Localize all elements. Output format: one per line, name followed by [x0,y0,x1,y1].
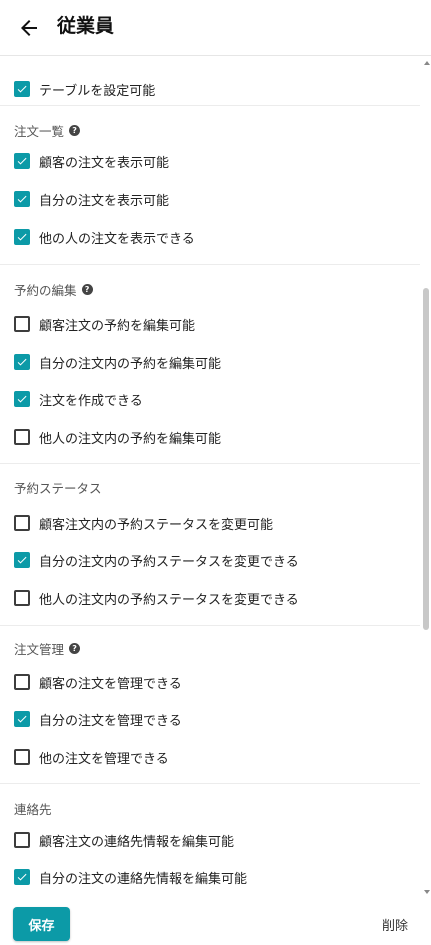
page-title: 従業員 [57,15,115,37]
section-title: 注文一覧? [14,120,81,140]
checkbox-unchecked[interactable] [14,749,30,765]
checkbox-checked[interactable] [14,711,30,727]
permission-row[interactable]: 他人の注文内の予約を編集可能 [14,425,221,449]
help-icon[interactable]: ? [69,642,81,654]
section-divider [0,625,420,626]
permission-row[interactable]: 注文を作成できる [14,387,143,411]
scrollbar-thumb[interactable] [423,288,429,630]
permission-label: 自分の注文の連絡先情報を編集可能 [39,871,248,887]
checkbox-unchecked[interactable] [14,515,30,531]
arrow-left-icon [21,20,37,36]
scroll-down-arrow-icon[interactable] [424,890,430,894]
permission-row[interactable]: 顧客の注文を管理できる [14,670,182,694]
permission-row[interactable]: 顧客の注文を表示可能 [14,149,169,173]
app-header: 従業員 [0,0,431,56]
permission-label: 顧客注文内の予約ステータスを変更可能 [39,517,274,533]
section-divider [0,264,420,265]
permission-label: 自分の注文内の予約を編集可能 [39,356,222,372]
section-divider [0,783,420,784]
permission-row[interactable]: 顧客注文内の予約ステータスを変更可能 [14,511,273,535]
checkbox-unchecked[interactable] [14,429,30,445]
section-title: 予約の編集? [14,279,93,299]
permission-label: 注文を作成できる [39,393,143,409]
checkbox-checked[interactable] [14,229,30,245]
section-title-text: 注文一覧 [14,123,65,139]
checkbox-unchecked[interactable] [14,674,30,690]
permission-label: 他人の注文内の予約を編集可能 [39,431,222,447]
checkbox-checked[interactable] [14,869,30,885]
permission-label: 顧客注文の予約を編集可能 [39,318,196,334]
checkbox-unchecked[interactable] [14,590,30,606]
permission-row[interactable]: 自分の注文の連絡先情報を編集可能 [14,865,247,889]
section-divider [0,105,420,106]
section-title: 注文管理? [14,638,81,658]
section-title-text: 予約の編集 [14,282,77,298]
checkbox-unchecked[interactable] [14,832,30,848]
checkbox-unchecked[interactable] [14,316,30,332]
permission-row[interactable]: 自分の注文を表示可能 [14,187,169,211]
checkbox-checked[interactable] [14,354,30,370]
permission-label: 他人の注文内の予約ステータスを変更できる [39,592,299,608]
permission-row[interactable]: 自分の注文内の予約を編集可能 [14,350,221,374]
footer-bar: 保存 削除 [0,900,431,945]
permission-label: テーブルを設定可能 [39,83,156,99]
permission-label: 顧客注文の連絡先情報を編集可能 [39,834,235,850]
checkbox-checked[interactable] [14,391,30,407]
checkbox-checked[interactable] [14,153,30,169]
permission-row[interactable]: 顧客注文の連絡先情報を編集可能 [14,828,234,852]
permission-row[interactable]: 自分の注文内の予約ステータスを変更できる [14,548,299,572]
section-title-text: 連絡先 [14,801,52,817]
permission-row[interactable]: 顧客注文の予約を編集可能 [14,312,195,336]
help-icon[interactable]: ? [69,124,81,136]
section-title: 予約ステータス [14,477,102,497]
permission-row[interactable]: 自分の注文を管理できる [14,707,182,731]
back-button[interactable] [14,13,44,43]
permission-row[interactable]: 他の注文を管理できる [14,745,169,769]
permission-label: 顧客の注文を表示可能 [39,155,170,171]
permissions-list[interactable]: テーブルを設定可能注文一覧? 顧客の注文を表示可能 自分の注文を表示可能他の人の注文… [0,57,431,900]
checkbox-checked[interactable] [14,81,30,97]
permission-label: 自分の注文を表示可能 [39,193,170,209]
delete-button[interactable]: 削除 [371,907,419,941]
permission-row[interactable]: テーブルを設定可能 [14,77,155,101]
permission-label: 他の人の注文を表示できる [39,231,195,247]
help-icon[interactable]: ? [81,283,93,295]
scroll-up-arrow-icon[interactable] [424,61,430,65]
checkbox-checked[interactable] [14,191,30,207]
permission-label: 顧客の注文を管理できる [39,676,182,692]
section-title-text: 予約ステータス [14,480,102,496]
permission-row[interactable]: 他人の注文内の予約ステータスを変更できる [14,586,299,610]
section-title-text: 注文管理 [14,641,65,657]
permission-label: 他の注文を管理できる [39,751,169,767]
section-title: 連絡先 [14,798,52,818]
permission-label: 自分の注文を管理できる [39,713,182,729]
permission-label: 自分の注文内の予約ステータスを変更できる [39,554,299,570]
checkbox-checked[interactable] [14,552,30,568]
permission-row[interactable]: 他の人の注文を表示できる [14,225,195,249]
section-divider [0,463,420,464]
save-button[interactable]: 保存 [13,907,70,941]
